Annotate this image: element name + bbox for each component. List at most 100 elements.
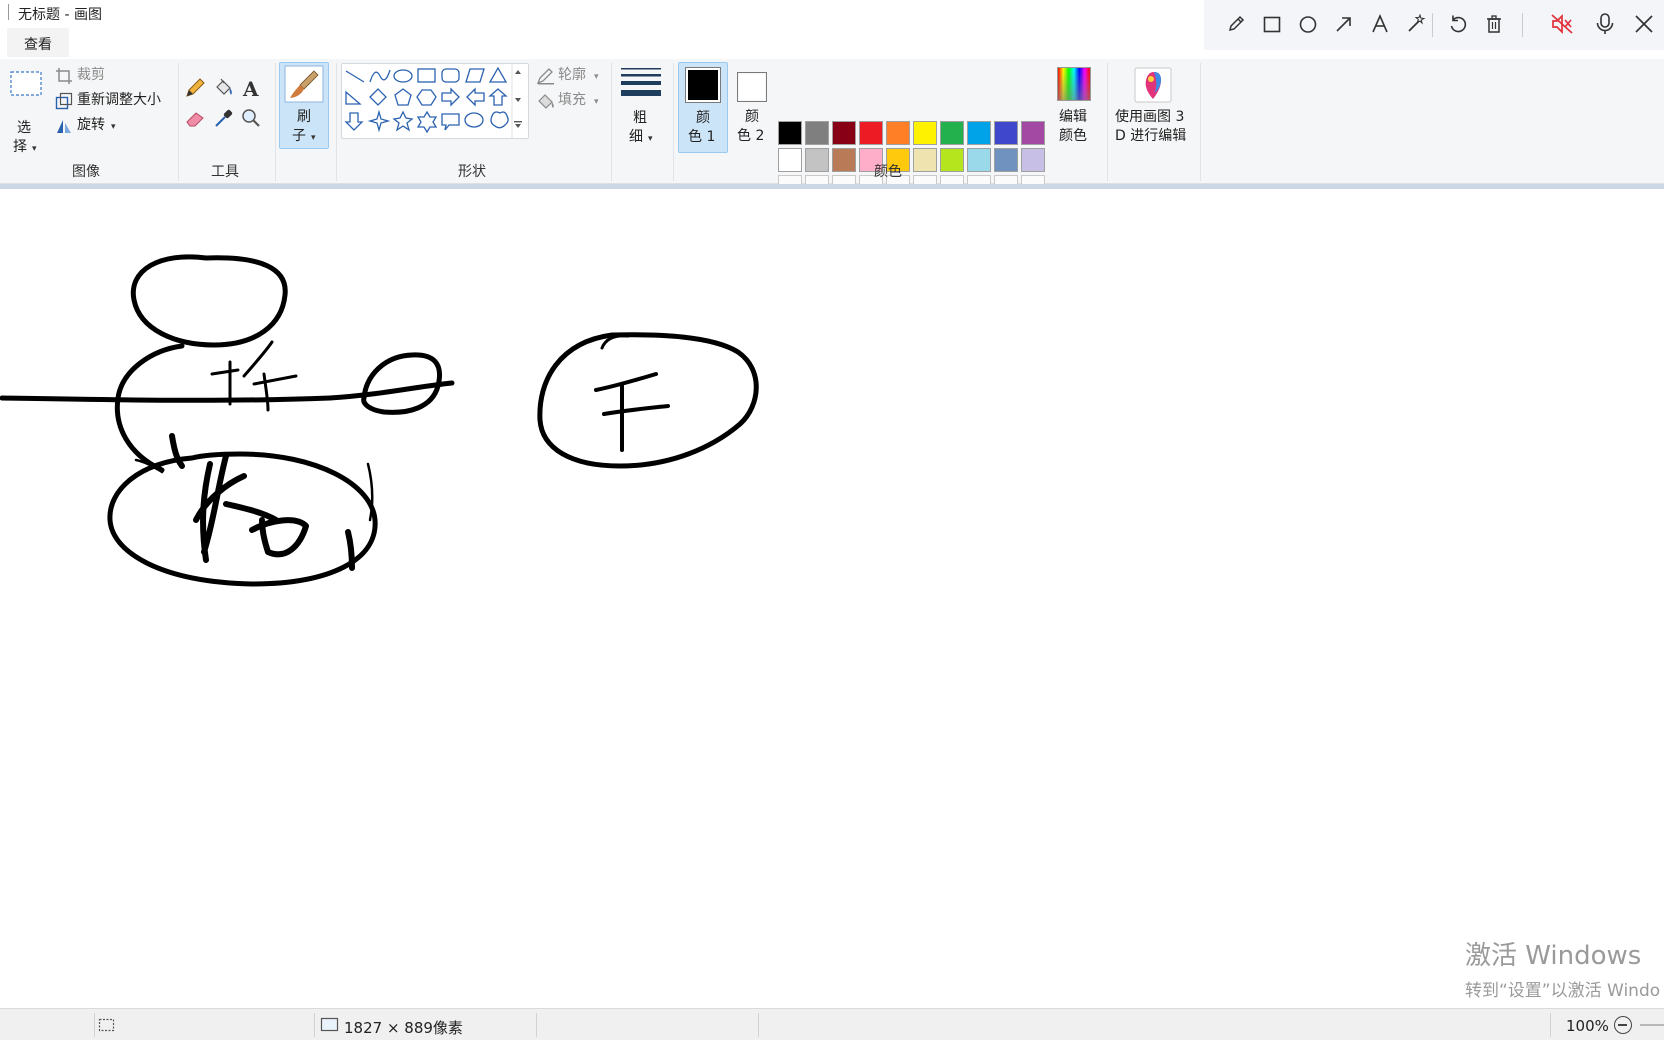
group-separator <box>1107 63 1108 181</box>
shapes-gallery[interactable] <box>341 63 529 139</box>
palette-swatch[interactable] <box>967 148 991 172</box>
tab-view[interactable]: 查看 <box>7 28 69 57</box>
status-bar: 1827 × 889像素 100% <box>0 1008 1664 1040</box>
outline-label: 轮廓 <box>558 67 586 83</box>
group-separator <box>178 63 179 181</box>
resize-button[interactable]: 重新调整大小 <box>53 90 171 112</box>
palette-swatch[interactable] <box>940 121 964 145</box>
stroke-head <box>130 254 288 348</box>
size-button[interactable]: 粗 细 ▾ <box>615 63 667 149</box>
brush-button[interactable]: 刷 子 ▾ <box>279 62 329 149</box>
chevron-down-icon: ▾ <box>311 133 316 143</box>
fill-tool-button[interactable] <box>212 77 236 101</box>
palette-swatch[interactable] <box>913 121 937 145</box>
palette-swatch[interactable] <box>1021 121 1045 145</box>
activation-watermark: 激活 Windows 转到“设置”以激活 Windo <box>1465 935 1660 1001</box>
palette-swatch[interactable] <box>805 121 829 145</box>
palette-swatch[interactable] <box>832 148 856 172</box>
select-button[interactable]: 选 择 ▾ <box>6 67 46 155</box>
palette-swatch[interactable] <box>967 121 991 145</box>
palette-swatch[interactable] <box>1021 148 1045 172</box>
drawing-canvas[interactable] <box>0 189 1664 1008</box>
color1-label-bottom: 色 1 <box>688 129 716 145</box>
palette-swatch[interactable] <box>994 148 1018 172</box>
color2-frame <box>737 72 767 102</box>
arrow-icon[interactable] <box>1329 9 1359 39</box>
color2-button[interactable]: 颜 色 2 <box>729 62 775 153</box>
title-bar: 无标题 - 画图 <box>0 0 1205 26</box>
magnifier-button[interactable] <box>240 107 264 131</box>
pencil-tool-button[interactable] <box>184 77 208 101</box>
canvas-size-icon <box>320 1017 339 1032</box>
fill-button[interactable]: 填充 ▾ <box>535 90 605 112</box>
palette-swatch[interactable] <box>778 148 802 172</box>
circle-icon[interactable] <box>1293 9 1323 39</box>
toolbar-separator <box>1522 13 1523 37</box>
palette-swatch[interactable] <box>940 148 964 172</box>
color1-button[interactable]: 颜 色 1 <box>678 62 728 153</box>
tools-group-label: 工具 <box>211 164 239 180</box>
chevron-down-icon: ▾ <box>32 144 37 154</box>
outline-pen-icon <box>536 68 554 85</box>
color2-label-bottom: 色 2 <box>737 128 765 144</box>
chevron-down-icon: ▾ <box>648 134 653 144</box>
toolbar-separator <box>1432 13 1433 37</box>
rotate-button[interactable]: 旋转 ▾ <box>53 115 133 137</box>
pencil-icon <box>186 78 205 97</box>
stroke-stick <box>0 380 455 403</box>
shapes-gallery-icons <box>344 64 522 138</box>
text-icon[interactable] <box>1365 9 1395 39</box>
text-tool-button[interactable]: A <box>240 77 264 101</box>
group-separator <box>611 63 612 181</box>
palette-swatch[interactable] <box>886 121 910 145</box>
status-separator <box>1550 1013 1551 1037</box>
palette-swatch[interactable] <box>994 121 1018 145</box>
fill-bucket-icon <box>538 94 554 109</box>
palette-swatch[interactable] <box>832 121 856 145</box>
trash-icon[interactable] <box>1479 9 1509 39</box>
text-a-icon: A <box>242 77 259 101</box>
zoom-slider[interactable] <box>1640 1024 1664 1026</box>
status-separator <box>536 1013 537 1037</box>
close-icon[interactable] <box>1629 9 1659 39</box>
color-spectrum-icon <box>1057 67 1091 101</box>
color2-label-top: 颜 <box>745 109 759 125</box>
group-separator <box>336 63 337 181</box>
magic-wand-icon[interactable] <box>1401 9 1431 39</box>
edit-colors-button[interactable]: 编辑 颜色 <box>1052 62 1096 153</box>
status-separator <box>94 1013 95 1037</box>
crop-button[interactable]: 裁剪 <box>53 65 133 87</box>
color-picker-button[interactable] <box>212 107 236 131</box>
color1-swatch <box>688 70 718 100</box>
paint3d-label-bottom: D 进行编辑 <box>1115 128 1187 144</box>
size-label-top: 粗 <box>633 110 647 126</box>
palette-swatch[interactable] <box>778 121 802 145</box>
palette-swatch[interactable] <box>805 148 829 172</box>
paint3d-icon <box>1134 67 1172 103</box>
magnifier-icon <box>242 109 260 127</box>
rotate-label: 旋转 <box>77 117 105 133</box>
eraser-tool-button[interactable] <box>184 107 208 131</box>
rectangle-icon[interactable] <box>1257 9 1287 39</box>
zoom-level: 100% <box>1566 1017 1609 1035</box>
palette-swatch[interactable] <box>859 121 883 145</box>
group-separator <box>275 63 276 181</box>
tab-view-label: 查看 <box>24 37 52 53</box>
canvas-drawing <box>0 254 759 587</box>
edit-colors-label-bottom: 颜色 <box>1059 128 1087 144</box>
mute-icon[interactable] <box>1547 9 1577 39</box>
chevron-down-icon: ▾ <box>111 122 116 132</box>
pencil-icon[interactable] <box>1221 9 1251 39</box>
paint3d-button[interactable]: 使用画图 3 D 进行编辑 <box>1112 62 1194 153</box>
brush-label-bottom: 子 <box>292 128 306 144</box>
minus-icon <box>1618 1024 1627 1026</box>
zoom-out-button[interactable] <box>1614 1016 1632 1034</box>
outline-button[interactable]: 轮廓 ▾ <box>535 65 605 87</box>
eraser-icon <box>186 112 204 127</box>
palette-swatch[interactable] <box>913 148 937 172</box>
status-separator <box>314 1013 315 1037</box>
ribbon: 选 择 ▾ 裁剪 重新调整大小 旋转 ▾ 图像 A 工具 刷 子 ▾ 轮廓 ▾ … <box>0 59 1664 199</box>
select-label-top: 选 <box>17 120 31 136</box>
microphone-icon[interactable] <box>1590 9 1620 39</box>
undo-icon[interactable] <box>1443 9 1473 39</box>
